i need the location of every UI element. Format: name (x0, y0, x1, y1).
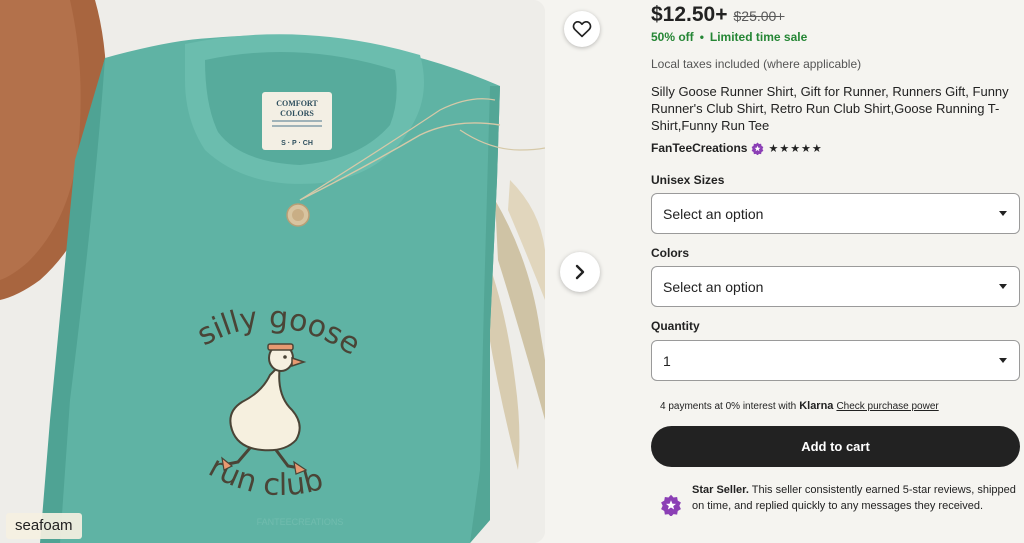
tag-sizes: S · P · CH (281, 140, 313, 147)
caret-down-icon (999, 358, 1007, 363)
colors-select[interactable]: Select an option (651, 266, 1020, 307)
sale-note: Limited time sale (709, 30, 808, 44)
caret-down-icon (999, 211, 1007, 216)
star-seller-title: Star Seller. (692, 484, 749, 496)
colors-label: Colors (651, 246, 690, 260)
separator-dot: • (699, 30, 704, 44)
quantity-select-value: 1 (663, 352, 671, 369)
check-purchase-power-link[interactable]: Check purchase power (836, 401, 938, 412)
star-seller-badge-icon (752, 141, 764, 155)
product-image[interactable]: COMFORT COLORS S · P · CH silly goose ru… (0, 0, 545, 543)
star-seller-icon (661, 494, 681, 516)
listing-title: Silly Goose Runner Shirt, Gift for Runne… (651, 84, 1009, 133)
tag-text-2: COLORS (280, 109, 314, 118)
star-seller-text: Star Seller. This seller consistently ea… (692, 482, 1020, 516)
shop-row: FanTeeCreations ★★★★★ (651, 141, 823, 155)
quantity-label: Quantity (651, 319, 700, 333)
tag-text-1: COMFORT (276, 99, 318, 108)
sale-price: $12.50+ (651, 3, 728, 26)
svg-text:FANTEECREATIONS: FANTEECREATIONS (257, 517, 344, 527)
discount-text: 50% off (651, 30, 694, 44)
shop-name-link[interactable]: FanTeeCreations (651, 141, 747, 155)
colors-select-value: Select an option (663, 278, 764, 295)
add-to-cart-button[interactable]: Add to cart (651, 426, 1020, 467)
variant-color-label: seafoam (6, 513, 82, 539)
rating-stars: ★★★★★ (768, 142, 823, 155)
sizes-select[interactable]: Select an option (651, 193, 1020, 234)
quantity-select[interactable]: 1 (651, 340, 1020, 381)
sizes-label: Unisex Sizes (651, 173, 725, 187)
listing-page: COMFORT COLORS S · P · CH silly goose ru… (0, 0, 1024, 543)
original-price: $25.00+ (733, 8, 785, 24)
klarna-prefix: 4 payments at 0% interest with (660, 401, 797, 412)
price-row: $12.50+ $25.00+ (651, 3, 785, 27)
chevron-right-icon (575, 264, 585, 280)
sale-info: 50% off • Limited time sale (651, 30, 807, 44)
klarna-brand: Klarna (799, 400, 834, 412)
caret-down-icon (999, 284, 1007, 289)
favorite-button[interactable] (564, 11, 600, 47)
klarna-info: 4 payments at 0% interest with Klarna Ch… (660, 400, 939, 412)
next-image-button[interactable] (560, 252, 600, 292)
taxes-note: Local taxes included (where applicable) (651, 57, 862, 71)
heart-icon (572, 20, 592, 38)
product-photo: COMFORT COLORS S · P · CH silly goose ru… (0, 0, 545, 543)
star-seller-notice: Star Seller. This seller consistently ea… (660, 482, 1020, 516)
sizes-select-value: Select an option (663, 205, 764, 222)
